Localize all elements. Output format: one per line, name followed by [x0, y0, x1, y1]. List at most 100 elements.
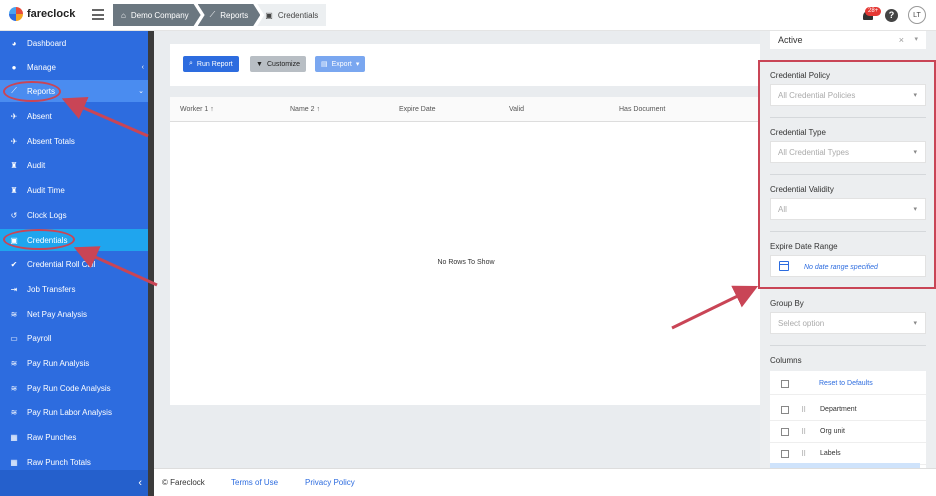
sidebar-item-label: Pay Run Code Analysis: [27, 383, 111, 393]
export-button[interactable]: ▤ Export ▾: [315, 56, 366, 72]
breadcrumb-company[interactable]: ⌂ Demo Company: [113, 4, 201, 26]
chevron-down-icon: ▾: [914, 36, 918, 43]
notification-badge: 28+: [865, 7, 882, 16]
money-icon: ▭: [10, 333, 18, 343]
drag-handle-icon[interactable]: ⠿: [801, 450, 806, 458]
sidebar-item-audit-time[interactable]: ♜ Audit Time: [0, 179, 148, 201]
clear-icon[interactable]: ×: [899, 35, 904, 45]
sidebar-item-label: Clock Logs: [27, 210, 67, 220]
plane-icon: ✈: [10, 111, 18, 121]
avatar[interactable]: LT: [908, 6, 926, 24]
table-icon: ▦: [10, 432, 18, 442]
brand-name: fareclock: [27, 8, 76, 20]
grid-header: Worker 1 ↑ Name 2 ↑ Expire Date Valid Ha…: [170, 97, 762, 122]
sidebar-item-label: Absent: [27, 111, 52, 121]
reset-to-defaults-link[interactable]: Reset to Defaults: [819, 380, 873, 387]
sidebar-item-dashboard[interactable]: ◕ Dashboard: [0, 32, 148, 54]
search-icon: ⌕: [189, 60, 193, 67]
column-checkbox[interactable]: [781, 405, 789, 414]
columns-label: Columns: [770, 356, 802, 365]
footer-copyright: © Fareclock: [162, 478, 205, 487]
customize-label: Customize: [266, 60, 301, 68]
column-checkbox[interactable]: [781, 427, 789, 436]
sidebar-collapse-button[interactable]: ‹: [0, 470, 148, 496]
sidebar-item-net-pay-analysis[interactable]: ≋ Net Pay Analysis: [0, 303, 148, 325]
chart-icon: ⟋: [209, 10, 216, 19]
sidebar-item-clock-logs[interactable]: ↺ Clock Logs: [0, 204, 148, 226]
notification-bell-icon[interactable]: 28+: [861, 7, 882, 22]
caret-down-icon: ▾: [355, 61, 360, 68]
run-report-button[interactable]: ⌕ Run Report: [183, 56, 239, 72]
sidebar-item-label: Payroll: [27, 333, 52, 343]
column-header-valid[interactable]: Valid: [509, 106, 524, 113]
sidebar-item-raw-punches[interactable]: ▦ Raw Punches: [0, 426, 148, 448]
column-header-expire-date[interactable]: Expire Date: [399, 106, 436, 113]
sidebar-item-label: Net Pay Analysis: [27, 309, 88, 319]
sidebar-item-label: Job Transfers: [27, 284, 76, 294]
breadcrumb-company-label: Demo Company: [130, 10, 189, 20]
top-bar: fareclock ⌂ Demo Company ⟋ Reports ▣ Cre…: [0, 0, 936, 31]
sidebar-item-payroll[interactable]: ▭ Payroll: [0, 327, 148, 349]
person-icon: ●: [11, 62, 17, 72]
sidebar-item-label: Dashboard: [27, 38, 67, 48]
annotation-circle-credentials: [3, 229, 75, 250]
audit-icon: ♜: [10, 185, 18, 195]
sidebar-item-label: Credential Roll Call: [27, 259, 96, 269]
results-grid: Worker 1 ↑ Name 2 ↑ Expire Date Valid Ha…: [170, 97, 762, 405]
analysis-icon: ≋: [10, 383, 18, 393]
export-label: Export: [331, 60, 352, 68]
analysis-icon: ≋: [10, 358, 18, 368]
sidebar-item-job-transfers[interactable]: ⇥ Job Transfers: [0, 278, 148, 300]
column-header-worker[interactable]: Worker 1 ↑: [180, 106, 214, 113]
column-option-department[interactable]: ⠿ Department: [770, 399, 926, 421]
column-option-labels[interactable]: ⠿ Labels: [770, 443, 926, 465]
audit-icon: ♜: [10, 160, 18, 170]
group-by-label: Group By: [770, 299, 804, 308]
check-circle-icon: ✔: [10, 259, 18, 269]
help-icon[interactable]: ?: [885, 8, 898, 22]
report-toolbar: ⌕ Run Report ▼ Customize ▤ Export ▾: [170, 44, 762, 86]
sidebar-item-absent[interactable]: ✈ Absent: [0, 105, 148, 127]
privacy-policy-link[interactable]: Privacy Policy: [305, 478, 355, 487]
sort-indicator: 1 ↑: [204, 106, 214, 113]
fareclock-logo[interactable]: fareclock: [9, 7, 75, 21]
dashboard-icon: ◕: [11, 38, 17, 48]
column-checkbox[interactable]: [781, 449, 789, 458]
column-header-name[interactable]: Name 2 ↑: [290, 106, 320, 113]
sidebar-item-pay-run-analysis[interactable]: ≋ Pay Run Analysis: [0, 352, 148, 374]
sidebar-item-absent-totals[interactable]: ✈ Absent Totals: [0, 130, 148, 152]
sidebar-item-pay-run-code-analysis[interactable]: ≋ Pay Run Code Analysis: [0, 377, 148, 399]
sidebar-item-label: Audit: [27, 160, 46, 170]
sidebar-item-credential-roll-call[interactable]: ✔ Credential Roll Call: [0, 253, 148, 275]
main-content: ⌕ Run Report ▼ Customize ▤ Export ▾ Worker 1…: [154, 31, 762, 468]
breadcrumb-reports-label: Reports: [220, 10, 249, 20]
drag-handle-icon[interactable]: ⠿: [801, 428, 806, 436]
export-icon: ▤: [321, 61, 328, 68]
column-header-has-document[interactable]: Has Document: [619, 106, 665, 113]
breadcrumb-reports[interactable]: ⟋ Reports: [198, 4, 261, 26]
sidebar-item-manage[interactable]: ● Manage ‹: [0, 56, 148, 78]
drag-handle-icon[interactable]: ⠿: [801, 406, 806, 414]
hamburger-menu-icon[interactable]: [92, 9, 104, 20]
sidebar-item-pay-run-labor-analysis[interactable]: ≋ Pay Run Labor Analysis: [0, 401, 148, 423]
chevron-left-icon: ‹: [141, 63, 144, 71]
analysis-icon: ≋: [10, 309, 18, 319]
select-all-checkbox[interactable]: [781, 379, 789, 388]
history-icon: ↺: [10, 210, 18, 220]
chevron-down-icon: ▾: [913, 320, 917, 327]
breadcrumb: ⌂ Demo Company ⟋ Reports ▣ Credentials: [113, 4, 327, 26]
run-report-label: Run Report: [196, 60, 233, 68]
columns-header-row: Reset to Defaults: [770, 373, 926, 395]
annotation-circle-reports: [3, 81, 61, 102]
terms-of-use-link[interactable]: Terms of Use: [231, 478, 278, 487]
divider: [770, 345, 926, 346]
status-select[interactable]: Active × ▾: [770, 31, 926, 49]
group-by-select[interactable]: Select option ▾: [770, 312, 926, 334]
column-option-org-unit[interactable]: ⠿ Org unit: [770, 421, 926, 443]
sidebar-item-label: Pay Run Analysis: [27, 358, 90, 368]
footer: © Fareclock Terms of Use Privacy Policy: [154, 468, 936, 496]
credential-icon: ▣: [265, 10, 273, 20]
breadcrumb-credentials: ▣ Credentials: [257, 4, 327, 26]
customize-button[interactable]: ▼ Customize: [250, 56, 307, 72]
sidebar-item-audit[interactable]: ♜ Audit: [0, 154, 148, 176]
